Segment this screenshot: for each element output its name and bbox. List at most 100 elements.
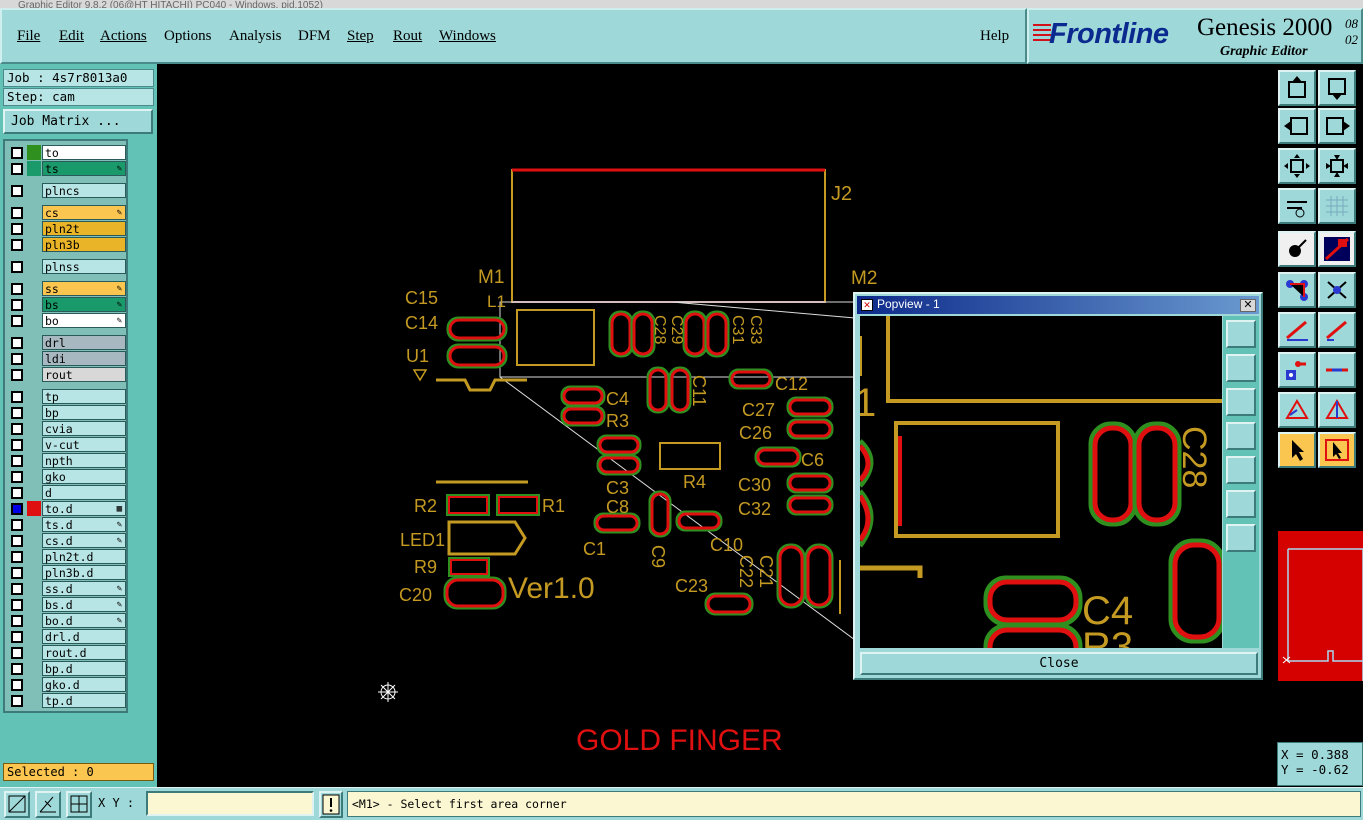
layer-name[interactable]: to.d ▦ <box>42 501 126 516</box>
layer-row[interactable]: npth <box>7 453 126 468</box>
layer-checkbox[interactable] <box>11 471 23 483</box>
layer-row[interactable]: plnss <box>7 259 126 274</box>
layer-row[interactable]: ldi <box>7 351 126 366</box>
layer-checkbox[interactable] <box>11 455 23 467</box>
layer-checkbox[interactable] <box>11 283 23 295</box>
snap-mode-icon[interactable] <box>4 791 30 818</box>
layer-name[interactable]: bp <box>42 405 126 420</box>
select-feature-icon[interactable] <box>1278 231 1316 267</box>
layer-checkbox[interactable] <box>11 679 23 691</box>
layer-color-swatch[interactable] <box>27 453 41 468</box>
pan-left-icon[interactable] <box>1278 108 1316 144</box>
layer-name[interactable]: to <box>42 145 126 160</box>
layer-color-swatch[interactable] <box>27 351 41 366</box>
layer-color-swatch[interactable] <box>27 313 41 328</box>
grid-icon[interactable] <box>1318 188 1356 224</box>
layer-name[interactable]: rout <box>42 367 126 382</box>
layer-row[interactable]: ss ✎ <box>7 281 126 296</box>
pan-up-icon[interactable] <box>1278 70 1316 106</box>
surface-tool-icon[interactable] <box>1318 392 1356 428</box>
layer-row[interactable]: ts ✎ <box>7 161 126 176</box>
layer-row[interactable]: to <box>7 145 126 160</box>
layer-color-swatch[interactable] <box>27 389 41 404</box>
popview-window[interactable]: ✕ Popview - 1 ✕ 1 C4 R3 C28 Close <box>853 292 1263 680</box>
popview-zoom-fit-icon[interactable] <box>1226 320 1256 348</box>
popview-pan-down-icon[interactable] <box>1226 388 1256 416</box>
layer-row[interactable]: bs.d ✎ <box>7 597 126 612</box>
layer-name[interactable]: npth <box>42 453 126 468</box>
layer-checkbox[interactable] <box>11 147 23 159</box>
layer-checkbox[interactable] <box>11 261 23 273</box>
pointer-select-icon[interactable] <box>1318 432 1356 468</box>
layer-row[interactable]: bp <box>7 405 126 420</box>
measure-tool-icon[interactable] <box>1278 188 1316 224</box>
layer-row[interactable]: bs ✎ <box>7 297 126 312</box>
layer-name[interactable]: drl.d <box>42 629 126 644</box>
menu-actions[interactable]: Actions <box>100 28 147 45</box>
layer-color-swatch[interactable] <box>27 297 41 312</box>
layer-row[interactable]: cs.d ✎ <box>7 533 126 548</box>
connect-nodes-icon[interactable] <box>1278 272 1316 308</box>
layer-row[interactable]: pln2t.d <box>7 549 126 564</box>
layer-name[interactable]: tp.d <box>42 693 126 708</box>
layer-checkbox[interactable] <box>11 535 23 547</box>
layer-color-swatch[interactable] <box>27 661 41 676</box>
layer-color-swatch[interactable] <box>27 517 41 532</box>
layer-checkbox[interactable] <box>11 631 23 643</box>
layer-name[interactable]: plnss <box>42 259 126 274</box>
layer-checkbox[interactable] <box>11 163 23 175</box>
menu-edit[interactable]: Edit <box>59 28 84 45</box>
layer-row[interactable]: drl.d <box>7 629 126 644</box>
layer-row[interactable]: drl <box>7 335 126 350</box>
menu-windows[interactable]: Windows <box>439 28 496 45</box>
layer-checkbox[interactable] <box>11 519 23 531</box>
layer-checkbox[interactable] <box>11 337 23 349</box>
layer-name[interactable]: bs ✎ <box>42 297 126 312</box>
layer-checkbox[interactable] <box>11 391 23 403</box>
popview-pan-left-icon[interactable] <box>1226 422 1256 450</box>
popview-canvas[interactable]: 1 C4 R3 C28 <box>860 316 1222 648</box>
cross-node-icon[interactable] <box>1318 272 1356 308</box>
layer-row[interactable]: ts.d ✎ <box>7 517 126 532</box>
layer-color-swatch[interactable] <box>27 501 41 516</box>
pointer-icon[interactable] <box>1278 432 1316 468</box>
layer-name[interactable]: gko <box>42 469 126 484</box>
layer-checkbox[interactable] <box>11 487 23 499</box>
layer-color-swatch[interactable] <box>27 469 41 484</box>
layer-checkbox[interactable] <box>11 551 23 563</box>
layer-color-swatch[interactable] <box>27 693 41 708</box>
layer-color-swatch[interactable] <box>27 205 41 220</box>
layer-row[interactable]: plncs <box>7 183 126 198</box>
layer-color-swatch[interactable] <box>27 405 41 420</box>
layer-name[interactable]: bo ✎ <box>42 313 126 328</box>
menu-step[interactable]: Step <box>347 28 374 45</box>
layer-row[interactable]: ss.d ✎ <box>7 581 126 596</box>
xy-input[interactable] <box>146 791 314 816</box>
layer-row[interactable]: gko.d <box>7 677 126 692</box>
angle-snap-icon[interactable] <box>35 791 61 818</box>
layer-name[interactable]: pln2t.d <box>42 549 126 564</box>
layer-checkbox[interactable] <box>11 223 23 235</box>
layer-name[interactable]: gko.d <box>42 677 126 692</box>
layer-color-swatch[interactable] <box>27 629 41 644</box>
layer-checkbox[interactable] <box>11 503 23 515</box>
layer-name[interactable]: bs.d ✎ <box>42 597 126 612</box>
menu-options[interactable]: Options <box>164 28 212 45</box>
layer-name[interactable]: bp.d <box>42 661 126 676</box>
layer-name[interactable]: d <box>42 485 126 500</box>
layer-color-swatch[interactable] <box>27 565 41 580</box>
layer-checkbox[interactable] <box>11 663 23 675</box>
layer-checkbox[interactable] <box>11 315 23 327</box>
layer-row[interactable]: rout <box>7 367 126 382</box>
polygon-tool-icon[interactable] <box>1278 392 1316 428</box>
menu-analysis[interactable]: Analysis <box>229 28 282 45</box>
menu-dfm[interactable]: DFM <box>298 28 331 45</box>
layer-checkbox[interactable] <box>11 239 23 251</box>
layer-name[interactable]: ts.d ✎ <box>42 517 126 532</box>
layer-color-swatch[interactable] <box>27 335 41 350</box>
layer-row[interactable]: bo.d ✎ <box>7 613 126 628</box>
layer-row[interactable]: pln2t <box>7 221 126 236</box>
zoom-in-icon[interactable] <box>1318 148 1356 184</box>
layer-row[interactable]: to.d ▦ <box>7 501 126 516</box>
add-feature-icon[interactable] <box>1318 231 1356 267</box>
